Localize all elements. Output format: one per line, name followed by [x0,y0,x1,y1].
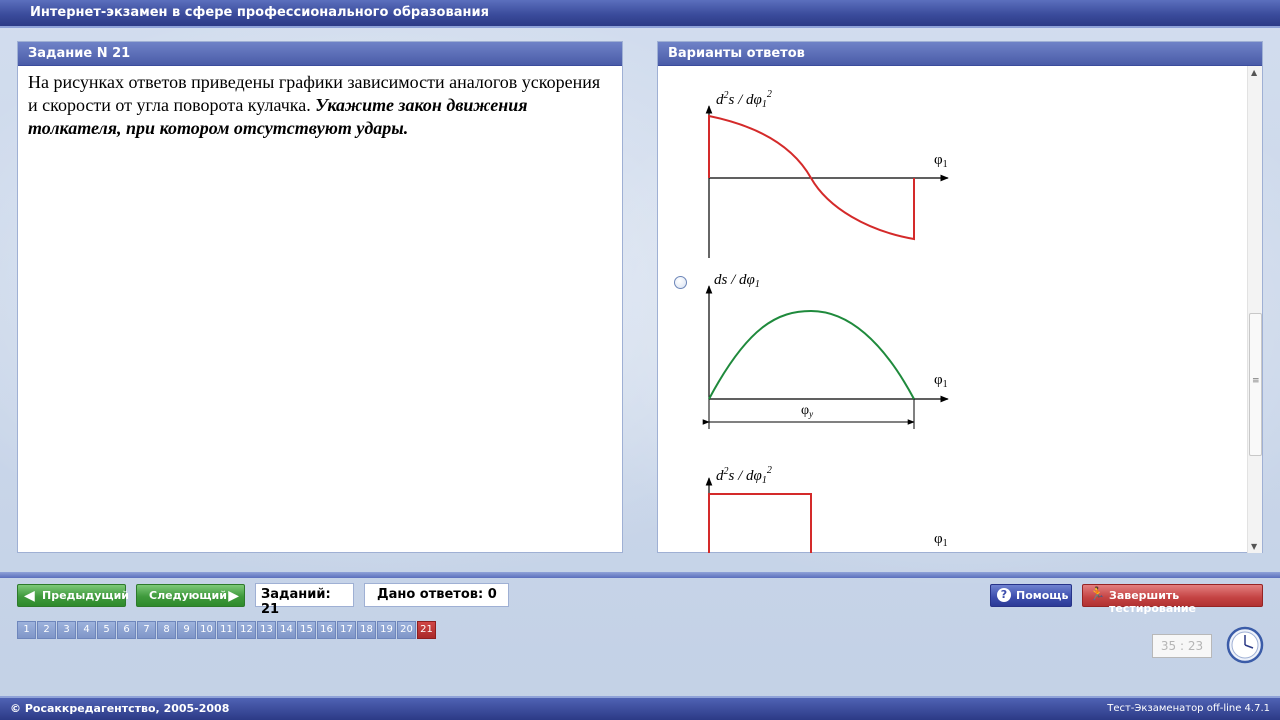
page-button-15[interactable]: 15 [297,621,316,639]
next-button-label: Следующий [149,589,227,602]
option1-velocity-xlabel: φ1 [934,372,948,390]
task-text: На рисунках ответов приведены графики за… [18,66,622,145]
arrow-right-icon: ▶ [228,588,239,604]
scroll-thumb[interactable]: ≡ [1249,313,1262,456]
page-button-12[interactable]: 12 [237,621,256,639]
clock-icon [1226,626,1264,664]
footer-bar: © Росаккредагентство, 2005-2008 Тест-Экз… [0,696,1280,720]
option2-accel-curve [708,493,812,553]
answer-charts: d2s / dφ12 φ1 ds / dφ1 φ1 φy d2s / dφ12 … [702,89,949,553]
previous-button-label: Предыдущий [42,589,130,602]
task-header: Задание N 21 [18,42,622,66]
task-panel: Задание N 21 На рисунках ответов приведе… [17,41,623,553]
option2-accel-xlabel: φ1 [934,531,948,549]
page-button-18[interactable]: 18 [357,621,376,639]
option1-velocity-ylabel: ds / dφ1 [714,272,760,290]
app-title: Интернет-экзамен в сфере профессионально… [30,5,489,20]
page-button-4[interactable]: 4 [77,621,96,639]
help-button-label: Помощь [1016,589,1069,602]
answers-scrollbar[interactable]: ▲ ≡ ▼ [1247,66,1262,553]
page-button-2[interactable]: 2 [37,621,56,639]
page-button-11[interactable]: 11 [217,621,236,639]
page-button-8[interactable]: 8 [157,621,176,639]
toolbar-divider [0,572,1280,578]
page-button-21[interactable]: 21 [417,621,436,639]
scroll-down-arrow-icon[interactable]: ▼ [1251,542,1257,551]
answers-body: d2s / dφ12 φ1 ds / dφ1 φ1 φy d2s / dφ12 … [658,66,1262,553]
copyright-text: © Росаккредагентство, 2005-2008 [10,702,230,715]
tasks-count: Заданий: 21 [255,583,354,617]
page-button-20[interactable]: 20 [397,621,416,639]
page-button-9[interactable]: 9 [177,621,196,639]
previous-button[interactable]: ◀ Предыдущий [17,584,130,607]
page-button-17[interactable]: 17 [337,621,356,639]
timer-display: 35 : 23 [1152,634,1212,658]
scroll-grip-icon: ≡ [1252,376,1260,386]
page-button-6[interactable]: 6 [117,621,136,639]
scroll-up-arrow-icon[interactable]: ▲ [1251,68,1257,77]
task-pager: 1 2 3 4 5 6 7 8 9 10 11 12 13 14 15 16 17 18 19 20 21 [17,621,437,639]
version-text: Тест-Экзаменатор off-line 4.7.1 [1107,703,1270,714]
question-icon: ? [997,588,1011,602]
option1-accel-xlabel: φ1 [934,152,948,170]
arrow-left-icon: ◀ [24,588,35,604]
finish-test-button[interactable]: 🏃 Завершить тестирование [1082,584,1263,615]
option2-acceleration-chart: d2s / dφ12 φ1 [705,465,948,553]
running-man-icon: 🏃 [1089,587,1106,602]
answers-panel: Варианты ответов d2s / dφ12 φ1 ds / dφ1 … [657,41,1263,553]
help-button[interactable]: ? Помощь [990,584,1072,607]
page-button-10[interactable]: 10 [197,621,216,639]
answers-header: Варианты ответов [658,42,1262,66]
page-button-13[interactable]: 13 [257,621,276,639]
page-button-7[interactable]: 7 [137,621,156,639]
title-bar: Интернет-экзамен в сфере профессионально… [0,0,1280,28]
page-button-1[interactable]: 1 [17,621,36,639]
option1-velocity-curve [708,309,915,400]
page-button-14[interactable]: 14 [277,621,296,639]
page-button-3[interactable]: 3 [57,621,76,639]
option1-accel-ylabel: d2s / dφ12 [716,89,772,110]
option1-span-label: φy [801,403,813,419]
page-button-19[interactable]: 19 [377,621,396,639]
next-button[interactable]: Следующий ▶ [136,584,245,607]
option2-accel-ylabel: d2s / dφ12 [716,465,772,486]
answered-count: Дано ответов: 0 [364,583,509,607]
page-button-5[interactable]: 5 [97,621,116,639]
option1-acceleration-chart: d2s / dφ12 φ1 [705,89,949,258]
option1-velocity-chart: ds / dφ1 φ1 φy [702,272,949,429]
finish-button-label: Завершить тестирование [1109,589,1197,615]
page-button-16[interactable]: 16 [317,621,336,639]
